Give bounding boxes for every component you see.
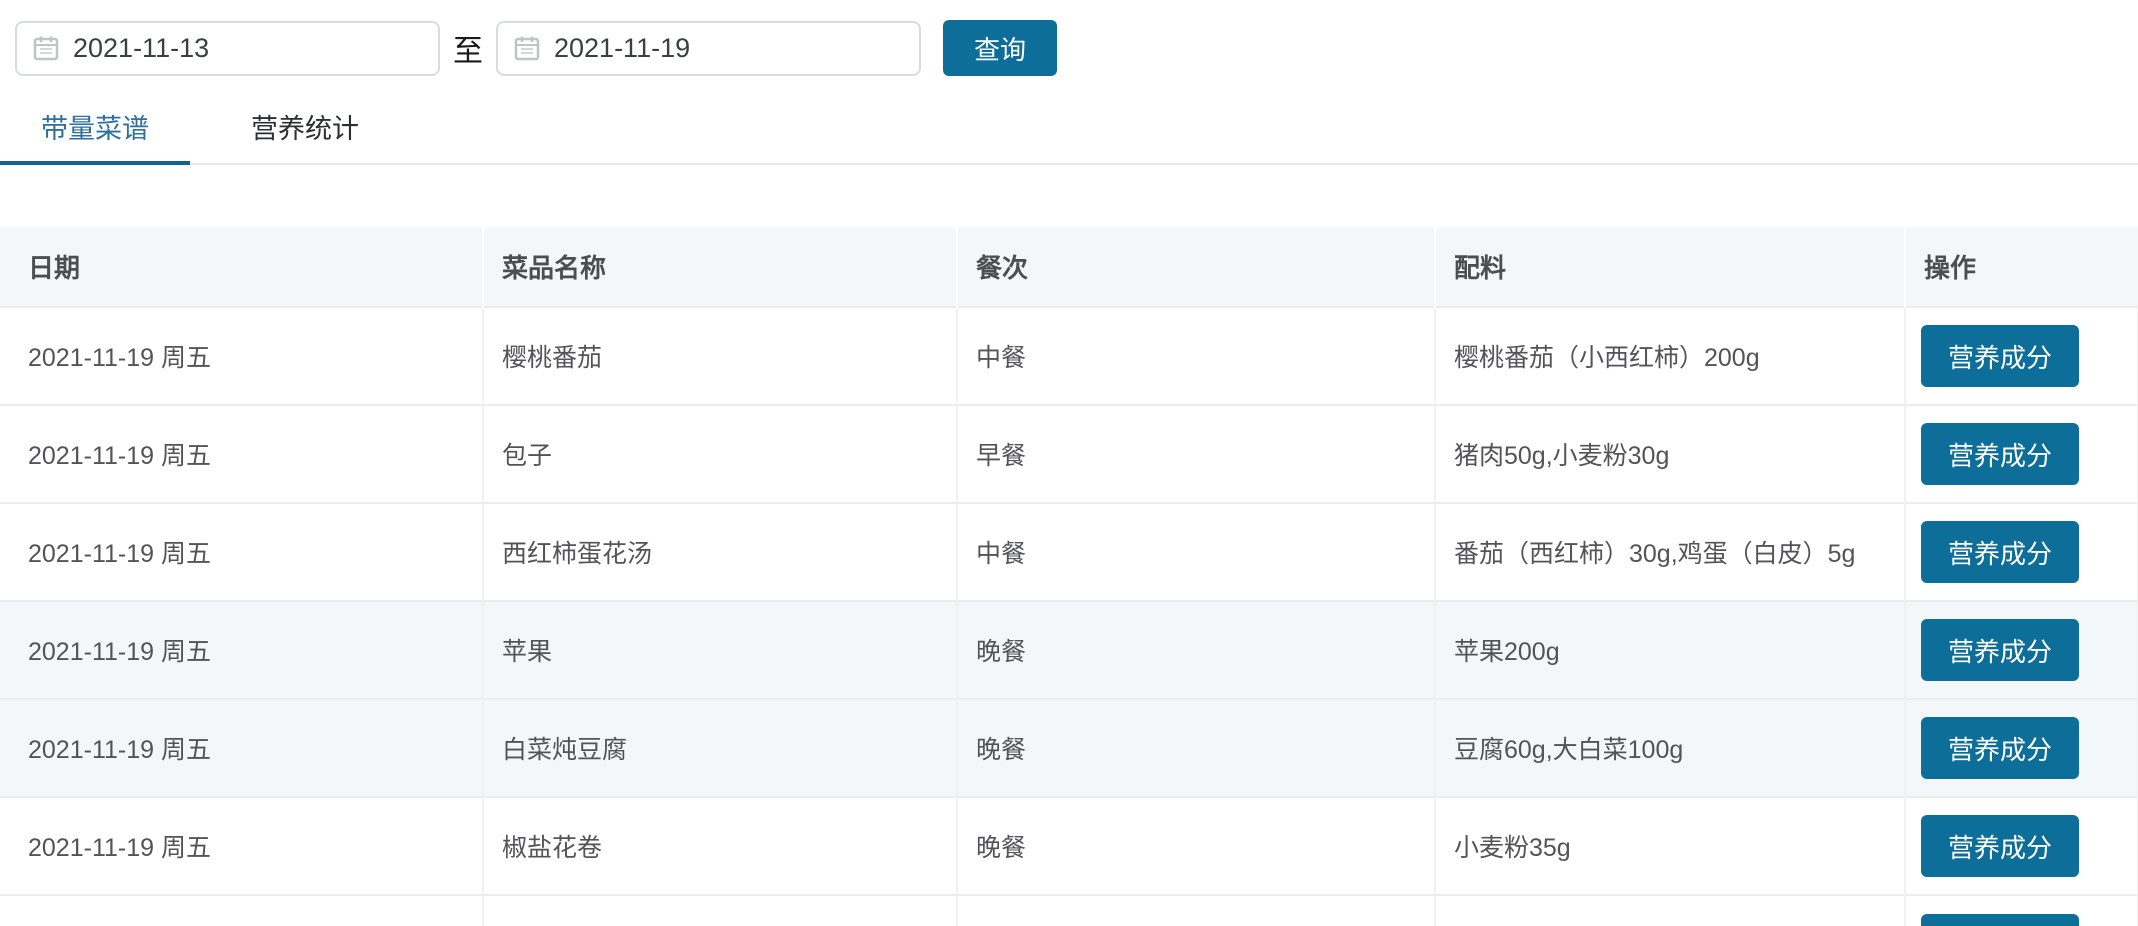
- column-header-action: 操作: [1905, 227, 2138, 307]
- table-row: 营养成分: [0, 895, 2138, 926]
- date-range-toolbar: 2021-11-13 至 2021-11-19 查询: [0, 0, 2138, 76]
- column-header-ingredients: 配料: [1435, 227, 1905, 307]
- table-row: 2021-11-19 周五西红柿蛋花汤中餐番茄（西红柿）30g,鸡蛋（白皮）5g…: [0, 503, 2138, 601]
- table-row: 2021-11-19 周五椒盐花卷晚餐小麦粉35g 营养成分: [0, 797, 2138, 895]
- calendar-icon: [514, 35, 540, 61]
- start-date-value: 2021-11-13: [73, 33, 209, 64]
- ingredients-cell: 樱桃番茄（小西红柿）200g: [1435, 307, 1905, 405]
- meal-cell: 中餐: [957, 307, 1435, 405]
- query-button[interactable]: 查询: [943, 20, 1057, 76]
- nutrition-button[interactable]: 营养成分: [1921, 717, 2079, 779]
- column-header-meal: 餐次: [957, 227, 1435, 307]
- ingredients-cell: 苹果200g: [1435, 601, 1905, 699]
- dish-cell: 椒盐花卷: [483, 797, 957, 895]
- meal-cell: 早餐: [957, 405, 1435, 503]
- date-cell: 2021-11-19 周五: [0, 699, 483, 797]
- dish-cell: 白菜炖豆腐: [483, 699, 957, 797]
- action-cell: 营养成分: [1905, 405, 2138, 503]
- nutrition-button[interactable]: 营养成分: [1921, 815, 2079, 877]
- meal-cell: 晚餐: [957, 601, 1435, 699]
- date-cell: 2021-11-19 周五: [0, 503, 483, 601]
- date-cell: 2021-11-19 周五: [0, 307, 483, 405]
- table-header-row: 日期 菜品名称 餐次 配料 操作: [0, 227, 2138, 307]
- date-range-separator: 至: [453, 26, 483, 70]
- menu-table: 日期 菜品名称 餐次 配料 操作 2021-11-19 周五樱桃番茄中餐樱桃番茄…: [0, 227, 2138, 926]
- dish-cell: [483, 895, 957, 926]
- dish-cell: 西红柿蛋花汤: [483, 503, 957, 601]
- column-header-dish: 菜品名称: [483, 227, 957, 307]
- meal-cell: [957, 895, 1435, 926]
- meal-cell: 晚餐: [957, 699, 1435, 797]
- nutrition-button[interactable]: 营养成分: [1921, 423, 2079, 485]
- start-date-input[interactable]: 2021-11-13: [15, 21, 440, 76]
- nutrition-button[interactable]: 营养成分: [1921, 325, 2079, 387]
- table-row: 2021-11-19 周五包子早餐猪肉50g,小麦粉30g 营养成分: [0, 405, 2138, 503]
- action-cell: 营养成分: [1905, 895, 2138, 926]
- dish-cell: 苹果: [483, 601, 957, 699]
- nutrition-button[interactable]: 营养成分: [1921, 914, 2079, 926]
- tab-bar: 带量菜谱 营养统计: [0, 114, 2138, 165]
- meal-cell: 晚餐: [957, 797, 1435, 895]
- table-row: 2021-11-19 周五苹果晚餐苹果200g 营养成分: [0, 601, 2138, 699]
- action-cell: 营养成分: [1905, 797, 2138, 895]
- date-cell: 2021-11-19 周五: [0, 797, 483, 895]
- nutrition-button[interactable]: 营养成分: [1921, 521, 2079, 583]
- table-row: 2021-11-19 周五白菜炖豆腐晚餐豆腐60g,大白菜100g 营养成分: [0, 699, 2138, 797]
- ingredients-cell: [1435, 895, 1905, 926]
- action-cell: 营养成分: [1905, 699, 2138, 797]
- end-date-input[interactable]: 2021-11-19: [496, 21, 921, 76]
- page: 2021-11-13 至 2021-11-19 查询 带量菜谱 营养统计: [0, 0, 2138, 926]
- ingredients-cell: 豆腐60g,大白菜100g: [1435, 699, 1905, 797]
- action-cell: 营养成分: [1905, 601, 2138, 699]
- ingredients-cell: 猪肉50g,小麦粉30g: [1435, 405, 1905, 503]
- tab-daily-menu[interactable]: 带量菜谱: [0, 114, 190, 165]
- calendar-icon: [33, 35, 59, 61]
- ingredients-cell: 番茄（西红柿）30g,鸡蛋（白皮）5g: [1435, 503, 1905, 601]
- dish-cell: 樱桃番茄: [483, 307, 957, 405]
- column-header-date: 日期: [0, 227, 483, 307]
- end-date-value: 2021-11-19: [554, 33, 690, 64]
- action-cell: 营养成分: [1905, 503, 2138, 601]
- tab-nutrition-stats[interactable]: 营养统计: [210, 114, 400, 165]
- date-cell: 2021-11-19 周五: [0, 405, 483, 503]
- nutrition-button[interactable]: 营养成分: [1921, 619, 2079, 681]
- table-row: 2021-11-19 周五樱桃番茄中餐樱桃番茄（小西红柿）200g 营养成分: [0, 307, 2138, 405]
- meal-cell: 中餐: [957, 503, 1435, 601]
- action-cell: 营养成分: [1905, 307, 2138, 405]
- dish-cell: 包子: [483, 405, 957, 503]
- date-cell: [0, 895, 483, 926]
- date-cell: 2021-11-19 周五: [0, 601, 483, 699]
- ingredients-cell: 小麦粉35g: [1435, 797, 1905, 895]
